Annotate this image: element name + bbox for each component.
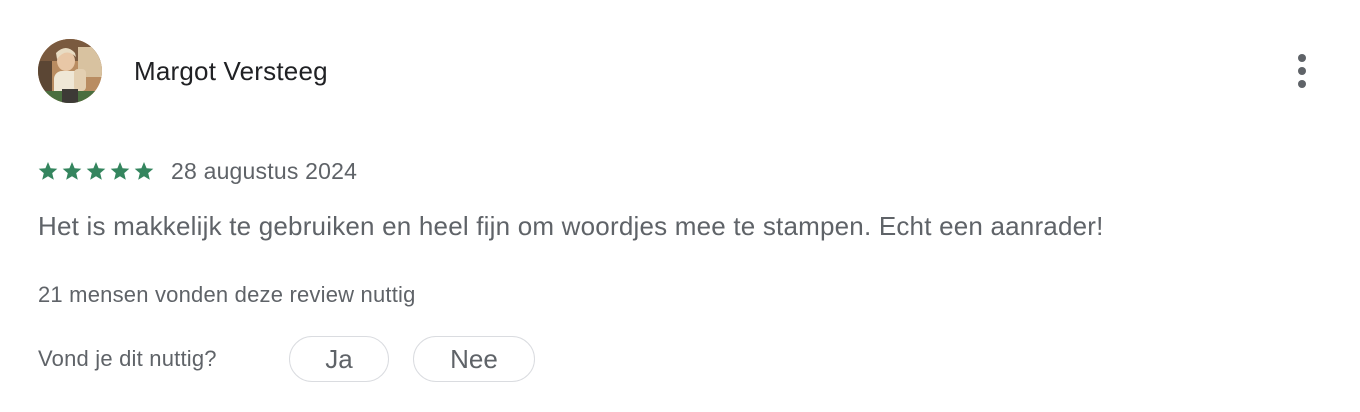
star-icon (86, 161, 106, 181)
more-vert-icon (1298, 54, 1306, 88)
helpful-count: 21 mensen vonden deze review nuttig (38, 282, 416, 307)
star-rating (38, 161, 154, 181)
star-icon (110, 161, 130, 181)
star-icon (62, 161, 82, 181)
review-date: 28 augustus 2024 (171, 157, 358, 184)
feedback-question: Vond je dit nuttig? (38, 346, 217, 371)
review-text: Het is makkelijk te gebruiken en heel fi… (38, 211, 1104, 241)
helpful-no-button[interactable]: Nee (413, 336, 535, 382)
more-options-button[interactable] (1278, 47, 1326, 95)
star-icon (38, 161, 58, 181)
rating-row: 28 augustus 2024 (38, 155, 357, 187)
helpful-yes-button[interactable]: Ja (289, 336, 389, 382)
star-icon (134, 161, 154, 181)
avatar (38, 39, 102, 103)
review-author-name: Margot Versteeg (134, 56, 328, 86)
avatar-photo (38, 39, 102, 103)
feedback-row: Vond je dit nuttig? Ja Nee (38, 335, 535, 383)
